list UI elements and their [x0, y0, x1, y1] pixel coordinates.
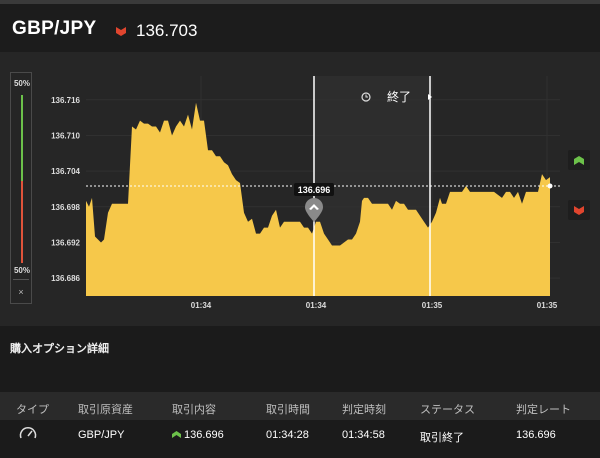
row-status: 取引終了: [420, 432, 464, 444]
col-judge-time: 判定時刻: [342, 404, 386, 416]
sentiment-gauge: 50% 50% ×: [10, 72, 32, 304]
y-tick-label: 136.686: [51, 274, 80, 283]
chevron-up-icon: [574, 155, 584, 165]
end-label: 終了: [387, 89, 411, 104]
y-tick-label: 136.692: [51, 238, 80, 247]
col-trade: 取引内容: [172, 404, 216, 416]
gauge-close-button[interactable]: ×: [11, 287, 31, 297]
y-tick-label: 136.704: [51, 167, 80, 176]
gauge-high-bar: [21, 95, 23, 181]
gauge-low-label: 50%: [13, 266, 30, 275]
entry-rate-tag: 136.696: [298, 185, 331, 195]
low-button[interactable]: [568, 200, 590, 220]
x-tick-label: 01:35: [422, 301, 443, 310]
x-tick-label: 01:35: [537, 301, 558, 310]
row-judge-time: 01:34:58: [342, 429, 385, 441]
x-axis: 01:34 01:34 01:35 01:35: [191, 301, 558, 310]
y-tick-label: 136.716: [51, 96, 80, 105]
chevron-down-icon: [574, 205, 584, 215]
row-judge-rate: 136.696: [516, 429, 556, 441]
col-status: ステータス: [420, 404, 475, 416]
gauge-icon: [19, 427, 37, 439]
high-button[interactable]: [568, 150, 590, 170]
y-tick-label: 136.710: [51, 131, 80, 140]
row-trade-rate: 136.696: [184, 429, 224, 441]
gauge-high-label: 50%: [13, 79, 30, 88]
col-type: タイプ: [16, 404, 49, 416]
price-chart: 136.716 136.710 136.704 136.698 136.692 136.6…: [51, 76, 560, 310]
row-trade: 136.696: [172, 429, 224, 441]
x-tick-label: 01:34: [306, 301, 327, 310]
up-arrow-icon: [172, 431, 181, 438]
gauge-divider: [13, 279, 29, 280]
last-point: [547, 183, 553, 189]
trading-screen: GBP/JPY 136.703 136.716 136.710 136.704 136…: [0, 0, 600, 458]
table-header: タイプ 取引原資産 取引内容 取引時間 判定時刻 ステータス 判定レート: [0, 392, 600, 420]
y-axis: 136.716 136.710 136.704 136.698 136.692 136.6…: [51, 96, 80, 283]
x-tick-label: 01:34: [191, 301, 212, 310]
col-judge-rate: 判定レート: [516, 404, 571, 416]
col-time: 取引時間: [266, 404, 310, 416]
y-tick-label: 136.698: [51, 203, 80, 212]
gauge-low-bar: [21, 181, 23, 263]
row-time: 01:34:28: [266, 429, 309, 441]
section-title: 購入オプション詳細: [10, 343, 109, 355]
row-asset: GBP/JPY: [78, 429, 125, 441]
col-asset: 取引原資産: [78, 404, 133, 416]
